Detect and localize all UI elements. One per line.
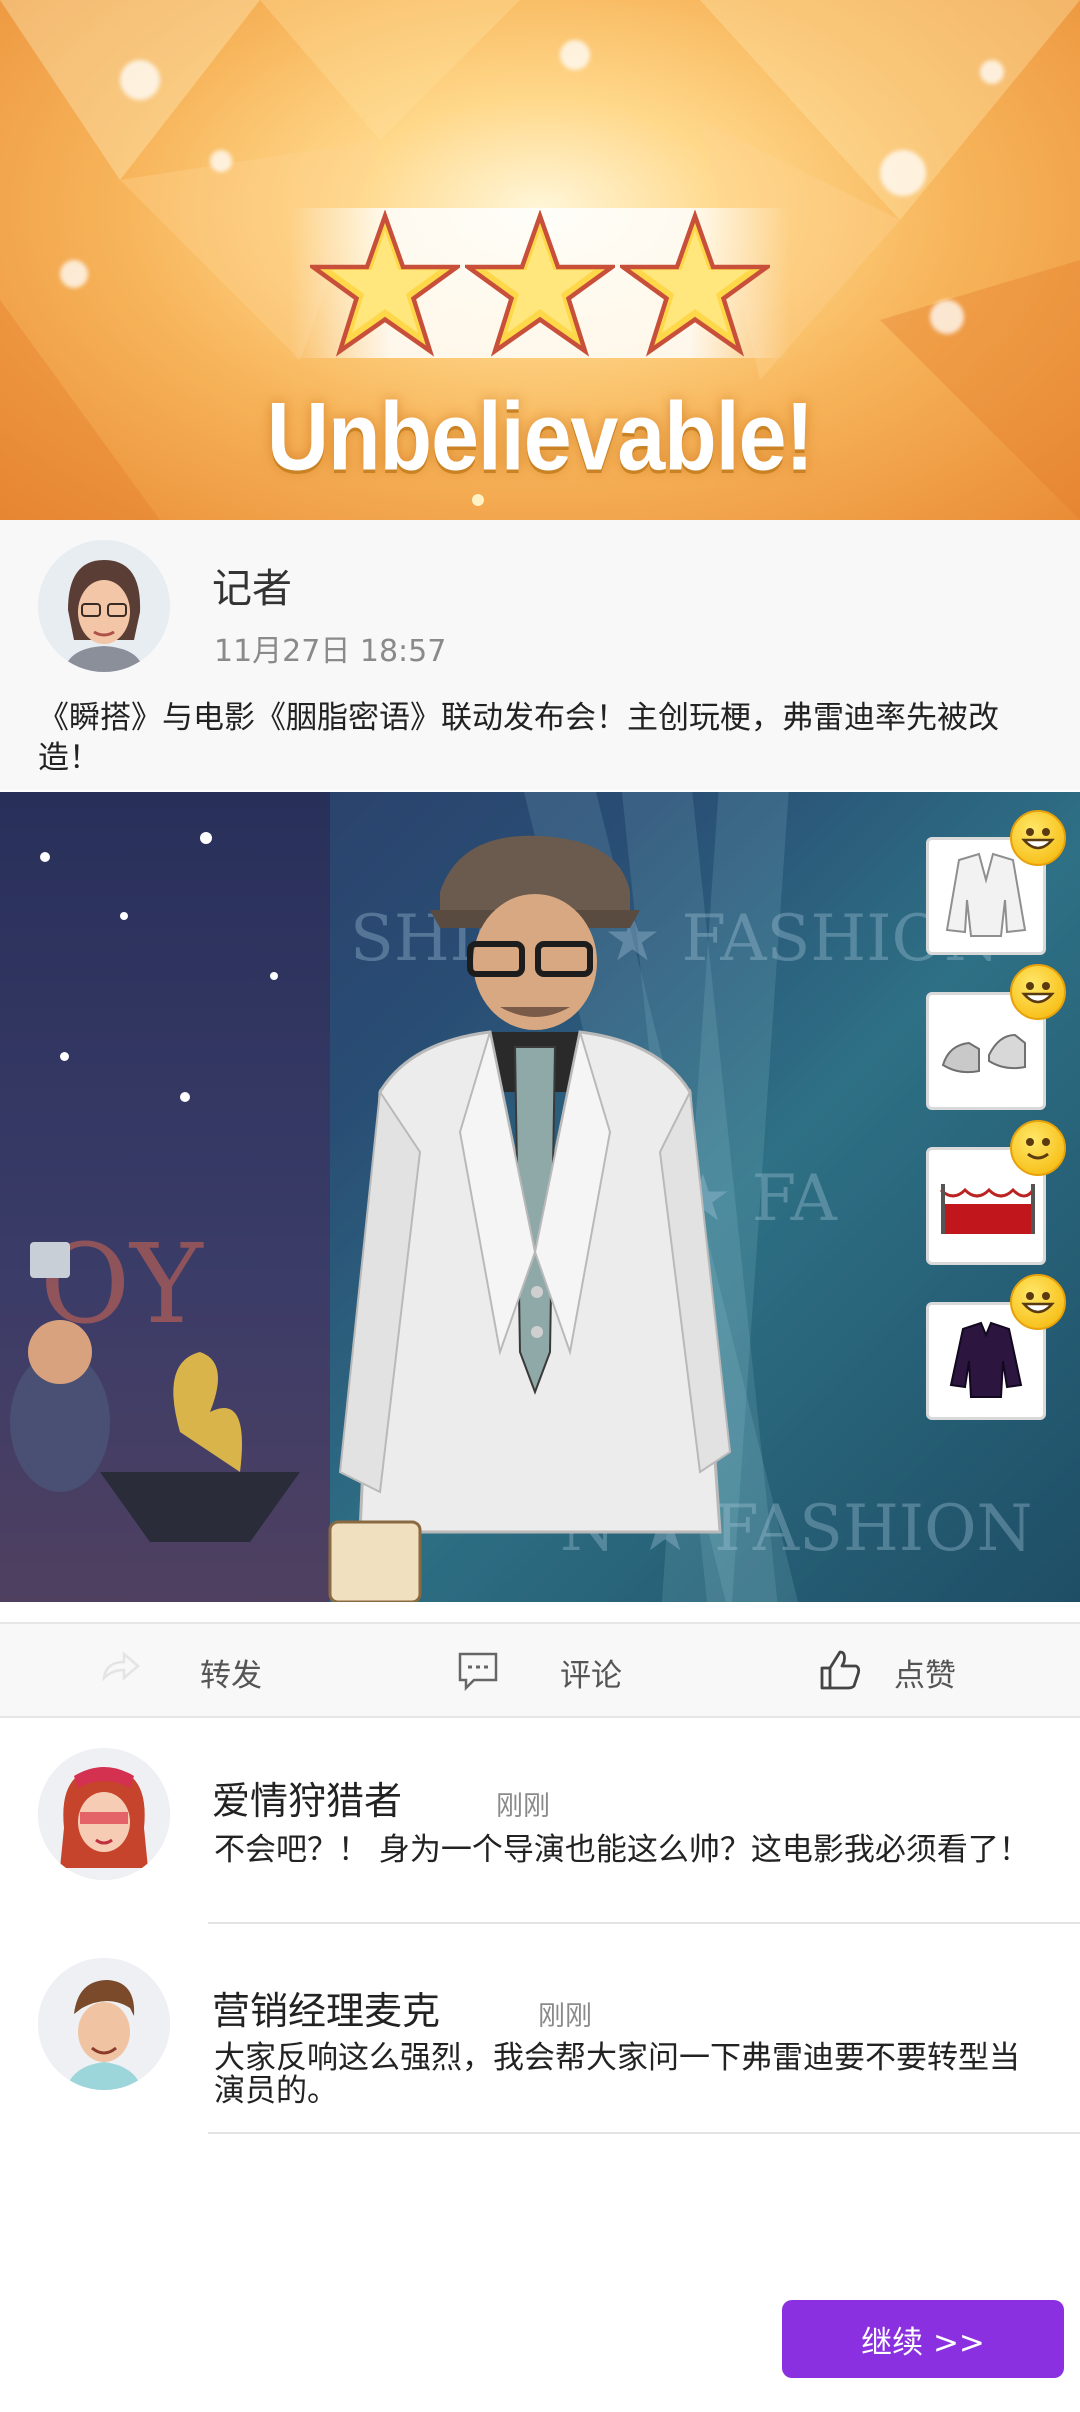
star-icon — [620, 210, 770, 357]
comment-text: 大家反响这么强烈，我会帮大家问一下弗雷迪要不要转型当演员的。 — [214, 2040, 1020, 2109]
continue-button[interactable]: 继续 >> — [782, 2300, 1064, 2378]
result-title: Unbelievable! — [266, 383, 814, 491]
bokeh — [60, 260, 88, 288]
thumbs-up-icon[interactable] — [818, 1648, 862, 1692]
bokeh — [880, 150, 926, 196]
comment-time: 刚刚 — [496, 1791, 550, 1822]
character-scene: SHION ★ FASHION ION ★ FA N ★ FASHION OY — [0, 792, 1080, 1602]
like-button[interactable]: 点赞 — [894, 1650, 956, 1695]
bokeh — [930, 300, 964, 334]
grin-emoji-icon — [1010, 810, 1066, 866]
share-button[interactable]: 转发 — [200, 1650, 262, 1695]
sparkle — [270, 972, 278, 980]
post-text: 《瞬搭》与电影《胭脂密语》联动发布会！主创玩梗，弗雷迪率先被改造！ — [38, 700, 999, 776]
sparkle — [60, 1052, 69, 1061]
reporter-avatar[interactable] — [38, 540, 170, 672]
grin-emoji-icon — [1010, 964, 1066, 1020]
star-icon — [310, 210, 460, 357]
star-icon — [465, 210, 615, 357]
comment-divider — [208, 1922, 1080, 1924]
commenter-avatar[interactable] — [38, 1748, 170, 1880]
banner-dot — [472, 494, 484, 506]
post-timestamp: 11月27日 18:57 — [214, 634, 447, 669]
sparkle — [180, 1092, 190, 1102]
rating-stars — [310, 210, 770, 370]
post-author: 记者 — [212, 566, 292, 612]
comment-author: 爱情狩猎者 — [212, 1779, 403, 1823]
comment-author: 营销经理麦克 — [212, 1989, 441, 2033]
bokeh — [980, 60, 1004, 84]
sparkle — [40, 852, 50, 862]
bokeh — [560, 40, 590, 70]
comment-time: 刚刚 — [538, 2001, 592, 2032]
photographer-figure: OY — [10, 1220, 300, 1542]
post-actions: 转发 评论 点赞 — [0, 1622, 1080, 1718]
post-header: 记者 11月27日 18:57 《瞬搭》与电影《胭脂密语》联动发布会！主创玩梗，… — [0, 520, 1080, 790]
comment-icon[interactable] — [456, 1648, 500, 1692]
bokeh — [210, 150, 232, 172]
comment-text: 不会吧？！ 身为一个导演也能这么帅？这电影我必须看了！ — [214, 1832, 1030, 1868]
grin-emoji-icon — [1010, 1274, 1066, 1330]
smile-emoji-icon — [1010, 1120, 1066, 1176]
share-icon[interactable] — [98, 1648, 142, 1692]
comment-divider — [208, 2132, 1080, 2134]
sparkle — [120, 912, 128, 920]
bokeh — [120, 60, 160, 100]
commenter-avatar[interactable] — [38, 1958, 170, 2090]
comment-button[interactable]: 评论 — [560, 1650, 622, 1695]
result-banner: Unbelievable! — [0, 0, 1080, 520]
freddy-character — [328, 835, 732, 1602]
sparkle — [200, 832, 212, 844]
